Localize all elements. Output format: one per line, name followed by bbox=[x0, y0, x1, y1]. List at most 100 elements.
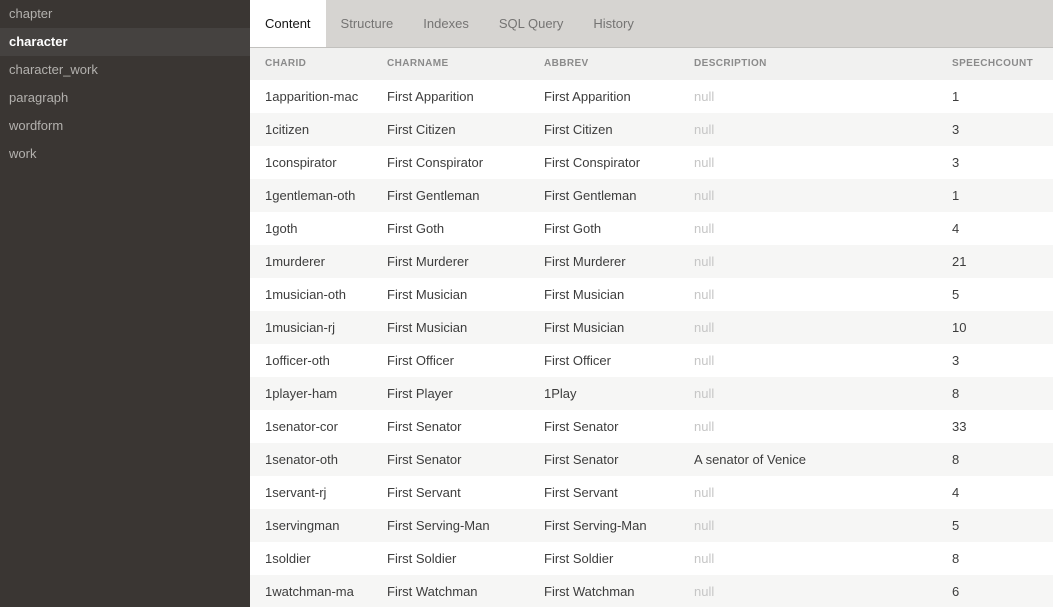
table-row[interactable]: 1apparition-macFirst ApparitionFirst App… bbox=[250, 80, 1053, 113]
table-row[interactable]: 1officer-othFirst OfficerFirst Officernu… bbox=[250, 344, 1053, 377]
column-header-abbrev[interactable]: ABBREV bbox=[529, 48, 679, 80]
sidebar-item-wordform[interactable]: wordform bbox=[0, 112, 250, 140]
table-row[interactable]: 1musician-rjFirst MusicianFirst Musician… bbox=[250, 311, 1053, 344]
cell-charid: 1musician-oth bbox=[250, 278, 372, 311]
table-row[interactable]: 1senator-othFirst SenatorFirst SenatorA … bbox=[250, 443, 1053, 476]
cell-abbrev: First Gentleman bbox=[529, 179, 679, 212]
table-row[interactable]: 1servant-rjFirst ServantFirst Servantnul… bbox=[250, 476, 1053, 509]
cell-description: null bbox=[679, 146, 937, 179]
cell-charname: First Senator bbox=[372, 410, 529, 443]
table-row[interactable]: 1soldierFirst SoldierFirst Soldiernull8 bbox=[250, 542, 1053, 575]
cell-description: null bbox=[679, 278, 937, 311]
cell-abbrev: First Apparition bbox=[529, 80, 679, 113]
cell-abbrev: First Musician bbox=[529, 311, 679, 344]
cell-description: null bbox=[679, 179, 937, 212]
cell-charid: 1conspirator bbox=[250, 146, 372, 179]
cell-speechcount: 33 bbox=[937, 410, 1053, 443]
cell-abbrev: First Murderer bbox=[529, 245, 679, 278]
table-row[interactable]: 1senator-corFirst SenatorFirst Senatornu… bbox=[250, 410, 1053, 443]
cell-charname: First Goth bbox=[372, 212, 529, 245]
cell-charname: First Serving-Man bbox=[372, 509, 529, 542]
column-header-charname[interactable]: CHARNAME bbox=[372, 48, 529, 80]
cell-charid: 1servant-rj bbox=[250, 476, 372, 509]
cell-charid: 1musician-rj bbox=[250, 311, 372, 344]
cell-description: null bbox=[679, 575, 937, 607]
cell-charid: 1officer-oth bbox=[250, 344, 372, 377]
cell-abbrev: First Senator bbox=[529, 410, 679, 443]
cell-charid: 1player-ham bbox=[250, 377, 372, 410]
main-panel: ContentStructureIndexesSQL QueryHistory … bbox=[250, 0, 1053, 607]
cell-description: null bbox=[679, 113, 937, 146]
cell-abbrev: First Officer bbox=[529, 344, 679, 377]
cell-description: null bbox=[679, 410, 937, 443]
cell-abbrev: First Musician bbox=[529, 278, 679, 311]
cell-charname: First Player bbox=[372, 377, 529, 410]
cell-charid: 1gentleman-oth bbox=[250, 179, 372, 212]
cell-charid: 1goth bbox=[250, 212, 372, 245]
cell-charid: 1apparition-mac bbox=[250, 80, 372, 113]
cell-charname: First Servant bbox=[372, 476, 529, 509]
cell-abbrev: First Goth bbox=[529, 212, 679, 245]
cell-abbrev: First Servant bbox=[529, 476, 679, 509]
sidebar-item-character-work[interactable]: character_work bbox=[0, 56, 250, 84]
cell-charid: 1murderer bbox=[250, 245, 372, 278]
cell-charname: First Senator bbox=[372, 443, 529, 476]
tab-history[interactable]: History bbox=[578, 0, 648, 47]
sidebar-item-paragraph[interactable]: paragraph bbox=[0, 84, 250, 112]
cell-speechcount: 5 bbox=[937, 509, 1053, 542]
cell-charname: First Soldier bbox=[372, 542, 529, 575]
sidebar-item-character[interactable]: character bbox=[0, 28, 250, 56]
cell-speechcount: 21 bbox=[937, 245, 1053, 278]
cell-charname: First Officer bbox=[372, 344, 529, 377]
table-row[interactable]: 1gentleman-othFirst GentlemanFirst Gentl… bbox=[250, 179, 1053, 212]
cell-charname: First Murderer bbox=[372, 245, 529, 278]
cell-speechcount: 8 bbox=[937, 542, 1053, 575]
cell-charid: 1watchman-ma bbox=[250, 575, 372, 607]
cell-abbrev: First Citizen bbox=[529, 113, 679, 146]
cell-description: null bbox=[679, 377, 937, 410]
cell-abbrev: First Watchman bbox=[529, 575, 679, 607]
cell-speechcount: 4 bbox=[937, 476, 1053, 509]
table-row[interactable]: 1murdererFirst MurdererFirst Murderernul… bbox=[250, 245, 1053, 278]
table-row[interactable]: 1servingmanFirst Serving-ManFirst Servin… bbox=[250, 509, 1053, 542]
cell-charname: First Conspirator bbox=[372, 146, 529, 179]
cell-speechcount: 4 bbox=[937, 212, 1053, 245]
column-header-description[interactable]: DESCRIPTION bbox=[679, 48, 937, 80]
cell-description: A senator of Venice bbox=[679, 443, 937, 476]
tab-indexes[interactable]: Indexes bbox=[408, 0, 484, 47]
cell-charname: First Citizen bbox=[372, 113, 529, 146]
tab-structure[interactable]: Structure bbox=[326, 0, 409, 47]
table-row[interactable]: 1player-hamFirst Player1Playnull8 bbox=[250, 377, 1053, 410]
cell-speechcount: 8 bbox=[937, 443, 1053, 476]
cell-charname: First Gentleman bbox=[372, 179, 529, 212]
cell-abbrev: First Serving-Man bbox=[529, 509, 679, 542]
cell-description: null bbox=[679, 344, 937, 377]
cell-charid: 1citizen bbox=[250, 113, 372, 146]
table-row[interactable]: 1citizenFirst CitizenFirst Citizennull3 bbox=[250, 113, 1053, 146]
cell-speechcount: 8 bbox=[937, 377, 1053, 410]
cell-speechcount: 1 bbox=[937, 179, 1053, 212]
cell-charname: First Watchman bbox=[372, 575, 529, 607]
cell-abbrev: First Conspirator bbox=[529, 146, 679, 179]
tab-content[interactable]: Content bbox=[250, 0, 326, 47]
cell-speechcount: 10 bbox=[937, 311, 1053, 344]
cell-abbrev: First Soldier bbox=[529, 542, 679, 575]
column-header-charid[interactable]: CHARID bbox=[250, 48, 372, 80]
table-row[interactable]: 1conspiratorFirst ConspiratorFirst Consp… bbox=[250, 146, 1053, 179]
cell-abbrev: First Senator bbox=[529, 443, 679, 476]
cell-speechcount: 3 bbox=[937, 146, 1053, 179]
column-header-speechcount[interactable]: SPEECHCOUNT bbox=[937, 48, 1053, 80]
cell-charid: 1servingman bbox=[250, 509, 372, 542]
cell-charid: 1senator-cor bbox=[250, 410, 372, 443]
sidebar-item-chapter[interactable]: chapter bbox=[0, 0, 250, 28]
table-row[interactable]: 1watchman-maFirst WatchmanFirst Watchman… bbox=[250, 575, 1053, 607]
table-row[interactable]: 1musician-othFirst MusicianFirst Musicia… bbox=[250, 278, 1053, 311]
cell-charname: First Musician bbox=[372, 278, 529, 311]
tab-sql-query[interactable]: SQL Query bbox=[484, 0, 579, 47]
sidebar-item-work[interactable]: work bbox=[0, 140, 250, 168]
cell-description: null bbox=[679, 476, 937, 509]
cell-charid: 1soldier bbox=[250, 542, 372, 575]
cell-description: null bbox=[679, 245, 937, 278]
table-row[interactable]: 1gothFirst GothFirst Gothnull4 bbox=[250, 212, 1053, 245]
cell-speechcount: 3 bbox=[937, 113, 1053, 146]
